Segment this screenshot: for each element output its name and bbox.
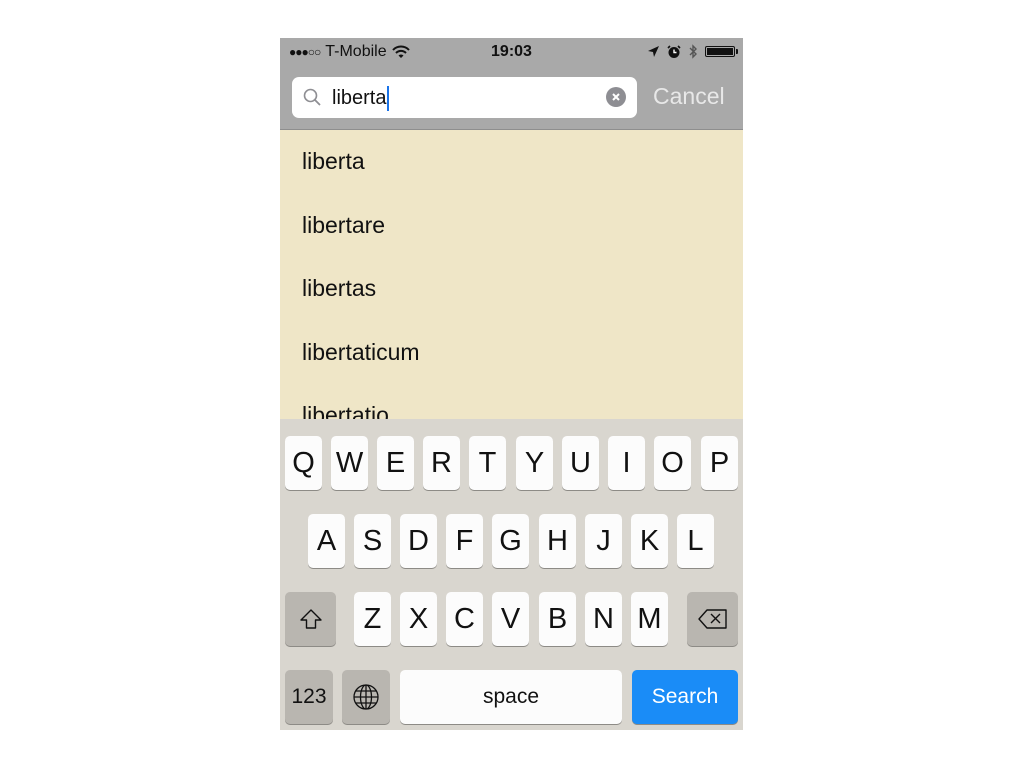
- key-w[interactable]: W: [331, 436, 368, 490]
- numbers-key[interactable]: 123: [285, 670, 333, 724]
- cancel-button[interactable]: Cancel: [653, 83, 725, 110]
- clear-icon: [612, 93, 620, 101]
- key-p[interactable]: P: [701, 436, 738, 490]
- keyboard-row-1: Q W E R T Y U I O P: [280, 436, 743, 492]
- location-arrow-icon: [648, 46, 659, 57]
- search-header: ●●●○○ T-Mobile 19:03 liberta Cancel: [280, 38, 743, 130]
- key-k[interactable]: K: [631, 514, 668, 568]
- key-d[interactable]: D: [400, 514, 437, 568]
- search-icon: [303, 88, 321, 111]
- text-cursor: [387, 86, 390, 111]
- key-i[interactable]: I: [608, 436, 645, 490]
- key-j[interactable]: J: [585, 514, 622, 568]
- globe-key[interactable]: [342, 670, 390, 724]
- phone-screen: ●●●○○ T-Mobile 19:03 liberta Cancel libe…: [280, 38, 743, 730]
- keyboard: Q W E R T Y U I O P A S D F G H J K L Z …: [280, 419, 743, 730]
- shift-key[interactable]: [285, 592, 336, 646]
- result-item[interactable]: liberta: [280, 130, 743, 194]
- globe-icon: [353, 684, 379, 710]
- key-u[interactable]: U: [562, 436, 599, 490]
- delete-key[interactable]: [687, 592, 738, 646]
- result-item[interactable]: libertatio: [280, 384, 743, 419]
- key-g[interactable]: G: [492, 514, 529, 568]
- key-o[interactable]: O: [654, 436, 691, 490]
- key-x[interactable]: X: [400, 592, 437, 646]
- key-q[interactable]: Q: [285, 436, 322, 490]
- keyboard-row-4: 123 space Search: [280, 670, 743, 726]
- key-e[interactable]: E: [377, 436, 414, 490]
- result-item[interactable]: libertaticum: [280, 321, 743, 385]
- search-input[interactable]: liberta: [332, 86, 390, 111]
- result-item[interactable]: libertare: [280, 194, 743, 258]
- key-a[interactable]: A: [308, 514, 345, 568]
- key-f[interactable]: F: [446, 514, 483, 568]
- key-y[interactable]: Y: [516, 436, 553, 490]
- results-list: liberta libertare libertas libertaticum …: [280, 130, 743, 419]
- key-c[interactable]: C: [446, 592, 483, 646]
- bluetooth-icon: [689, 44, 697, 59]
- result-item[interactable]: libertas: [280, 257, 743, 321]
- search-key[interactable]: Search: [632, 670, 738, 724]
- search-query-text: liberta: [332, 87, 387, 109]
- key-z[interactable]: Z: [354, 592, 391, 646]
- key-n[interactable]: N: [585, 592, 622, 646]
- key-l[interactable]: L: [677, 514, 714, 568]
- search-field[interactable]: liberta: [292, 77, 637, 118]
- battery-icon: [705, 46, 738, 57]
- key-m[interactable]: M: [631, 592, 668, 646]
- delete-icon: [697, 609, 727, 629]
- alarm-clock-icon: [667, 44, 681, 58]
- key-v[interactable]: V: [492, 592, 529, 646]
- key-r[interactable]: R: [423, 436, 460, 490]
- clear-search-button[interactable]: [606, 87, 626, 107]
- status-bar: ●●●○○ T-Mobile 19:03: [280, 38, 743, 66]
- key-h[interactable]: H: [539, 514, 576, 568]
- key-s[interactable]: S: [354, 514, 391, 568]
- shift-icon: [299, 609, 322, 629]
- keyboard-row-3: Z X C V B N M: [280, 592, 743, 648]
- keyboard-row-2: A S D F G H J K L: [280, 514, 743, 570]
- key-t[interactable]: T: [469, 436, 506, 490]
- space-key[interactable]: space: [400, 670, 622, 724]
- key-b[interactable]: B: [539, 592, 576, 646]
